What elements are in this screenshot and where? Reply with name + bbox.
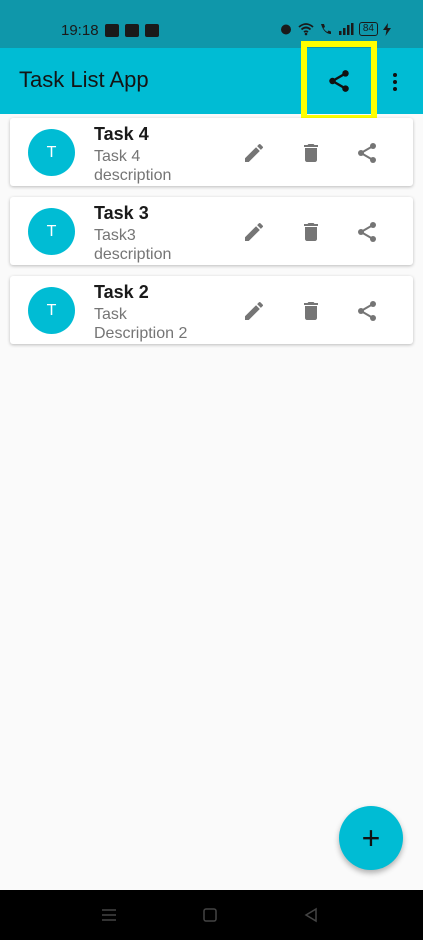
app-title: Task List App bbox=[19, 67, 149, 92]
battery-level: 84 bbox=[358, 22, 378, 36]
task-card[interactable]: T Task 2 Task Description 2 bbox=[10, 276, 413, 344]
share-button[interactable] bbox=[354, 219, 380, 245]
home-button[interactable] bbox=[200, 905, 220, 925]
trash-icon bbox=[304, 223, 318, 241]
task-card[interactable]: T Task 3 Task3 description bbox=[10, 197, 413, 265]
edit-button[interactable] bbox=[241, 140, 267, 166]
wifi-icon bbox=[298, 23, 314, 36]
pencil-icon bbox=[245, 222, 264, 241]
avatar: T bbox=[28, 129, 75, 176]
status-time: 19:18 bbox=[61, 22, 99, 39]
home-icon bbox=[203, 908, 217, 922]
call-icon bbox=[320, 24, 331, 34]
recent-apps-button[interactable] bbox=[99, 905, 119, 925]
share-icon bbox=[358, 222, 376, 242]
back-button[interactable] bbox=[301, 905, 321, 925]
task-description: Task Description 2 bbox=[94, 306, 188, 342]
app-notification-icon bbox=[105, 24, 119, 37]
trash-icon bbox=[304, 302, 318, 320]
task-description: Task3 description bbox=[94, 227, 172, 263]
share-icon bbox=[329, 70, 349, 92]
toolbar-share-button[interactable] bbox=[301, 41, 377, 121]
task-description: Task 4 description bbox=[94, 148, 172, 184]
charging-icon bbox=[383, 22, 391, 36]
add-task-button[interactable]: + bbox=[339, 806, 403, 870]
more-options-button[interactable] bbox=[383, 68, 407, 96]
navigation-bar bbox=[0, 890, 423, 940]
app-bar: Task List App bbox=[0, 41, 423, 121]
share-icon bbox=[358, 143, 376, 163]
back-icon bbox=[304, 907, 317, 923]
edit-button[interactable] bbox=[241, 219, 267, 245]
task-card[interactable]: T Task 4 Task 4 description bbox=[10, 118, 413, 186]
alarm-icon bbox=[280, 24, 291, 35]
task-title: Task 4 bbox=[94, 124, 149, 144]
share-icon bbox=[358, 301, 376, 321]
trash-icon bbox=[304, 144, 318, 162]
notification-icons bbox=[105, 24, 159, 37]
task-title: Task 3 bbox=[94, 203, 149, 223]
delete-button[interactable] bbox=[298, 298, 324, 324]
task-title: Task 2 bbox=[94, 282, 149, 302]
avatar: T bbox=[28, 287, 75, 334]
more-vert-icon bbox=[393, 73, 397, 77]
message-notification-icon bbox=[145, 24, 159, 37]
share-button[interactable] bbox=[354, 298, 380, 324]
plus-icon: + bbox=[361, 819, 381, 856]
edit-button[interactable] bbox=[241, 298, 267, 324]
menu-icon bbox=[102, 909, 116, 921]
pencil-icon bbox=[245, 143, 264, 162]
signal-icon bbox=[338, 23, 354, 35]
pencil-icon bbox=[245, 301, 264, 320]
avatar: T bbox=[28, 208, 75, 255]
share-button[interactable] bbox=[354, 140, 380, 166]
youtube-notification-icon bbox=[125, 24, 139, 37]
system-icons: 84 bbox=[279, 22, 391, 36]
delete-button[interactable] bbox=[298, 140, 324, 166]
delete-button[interactable] bbox=[298, 219, 324, 245]
